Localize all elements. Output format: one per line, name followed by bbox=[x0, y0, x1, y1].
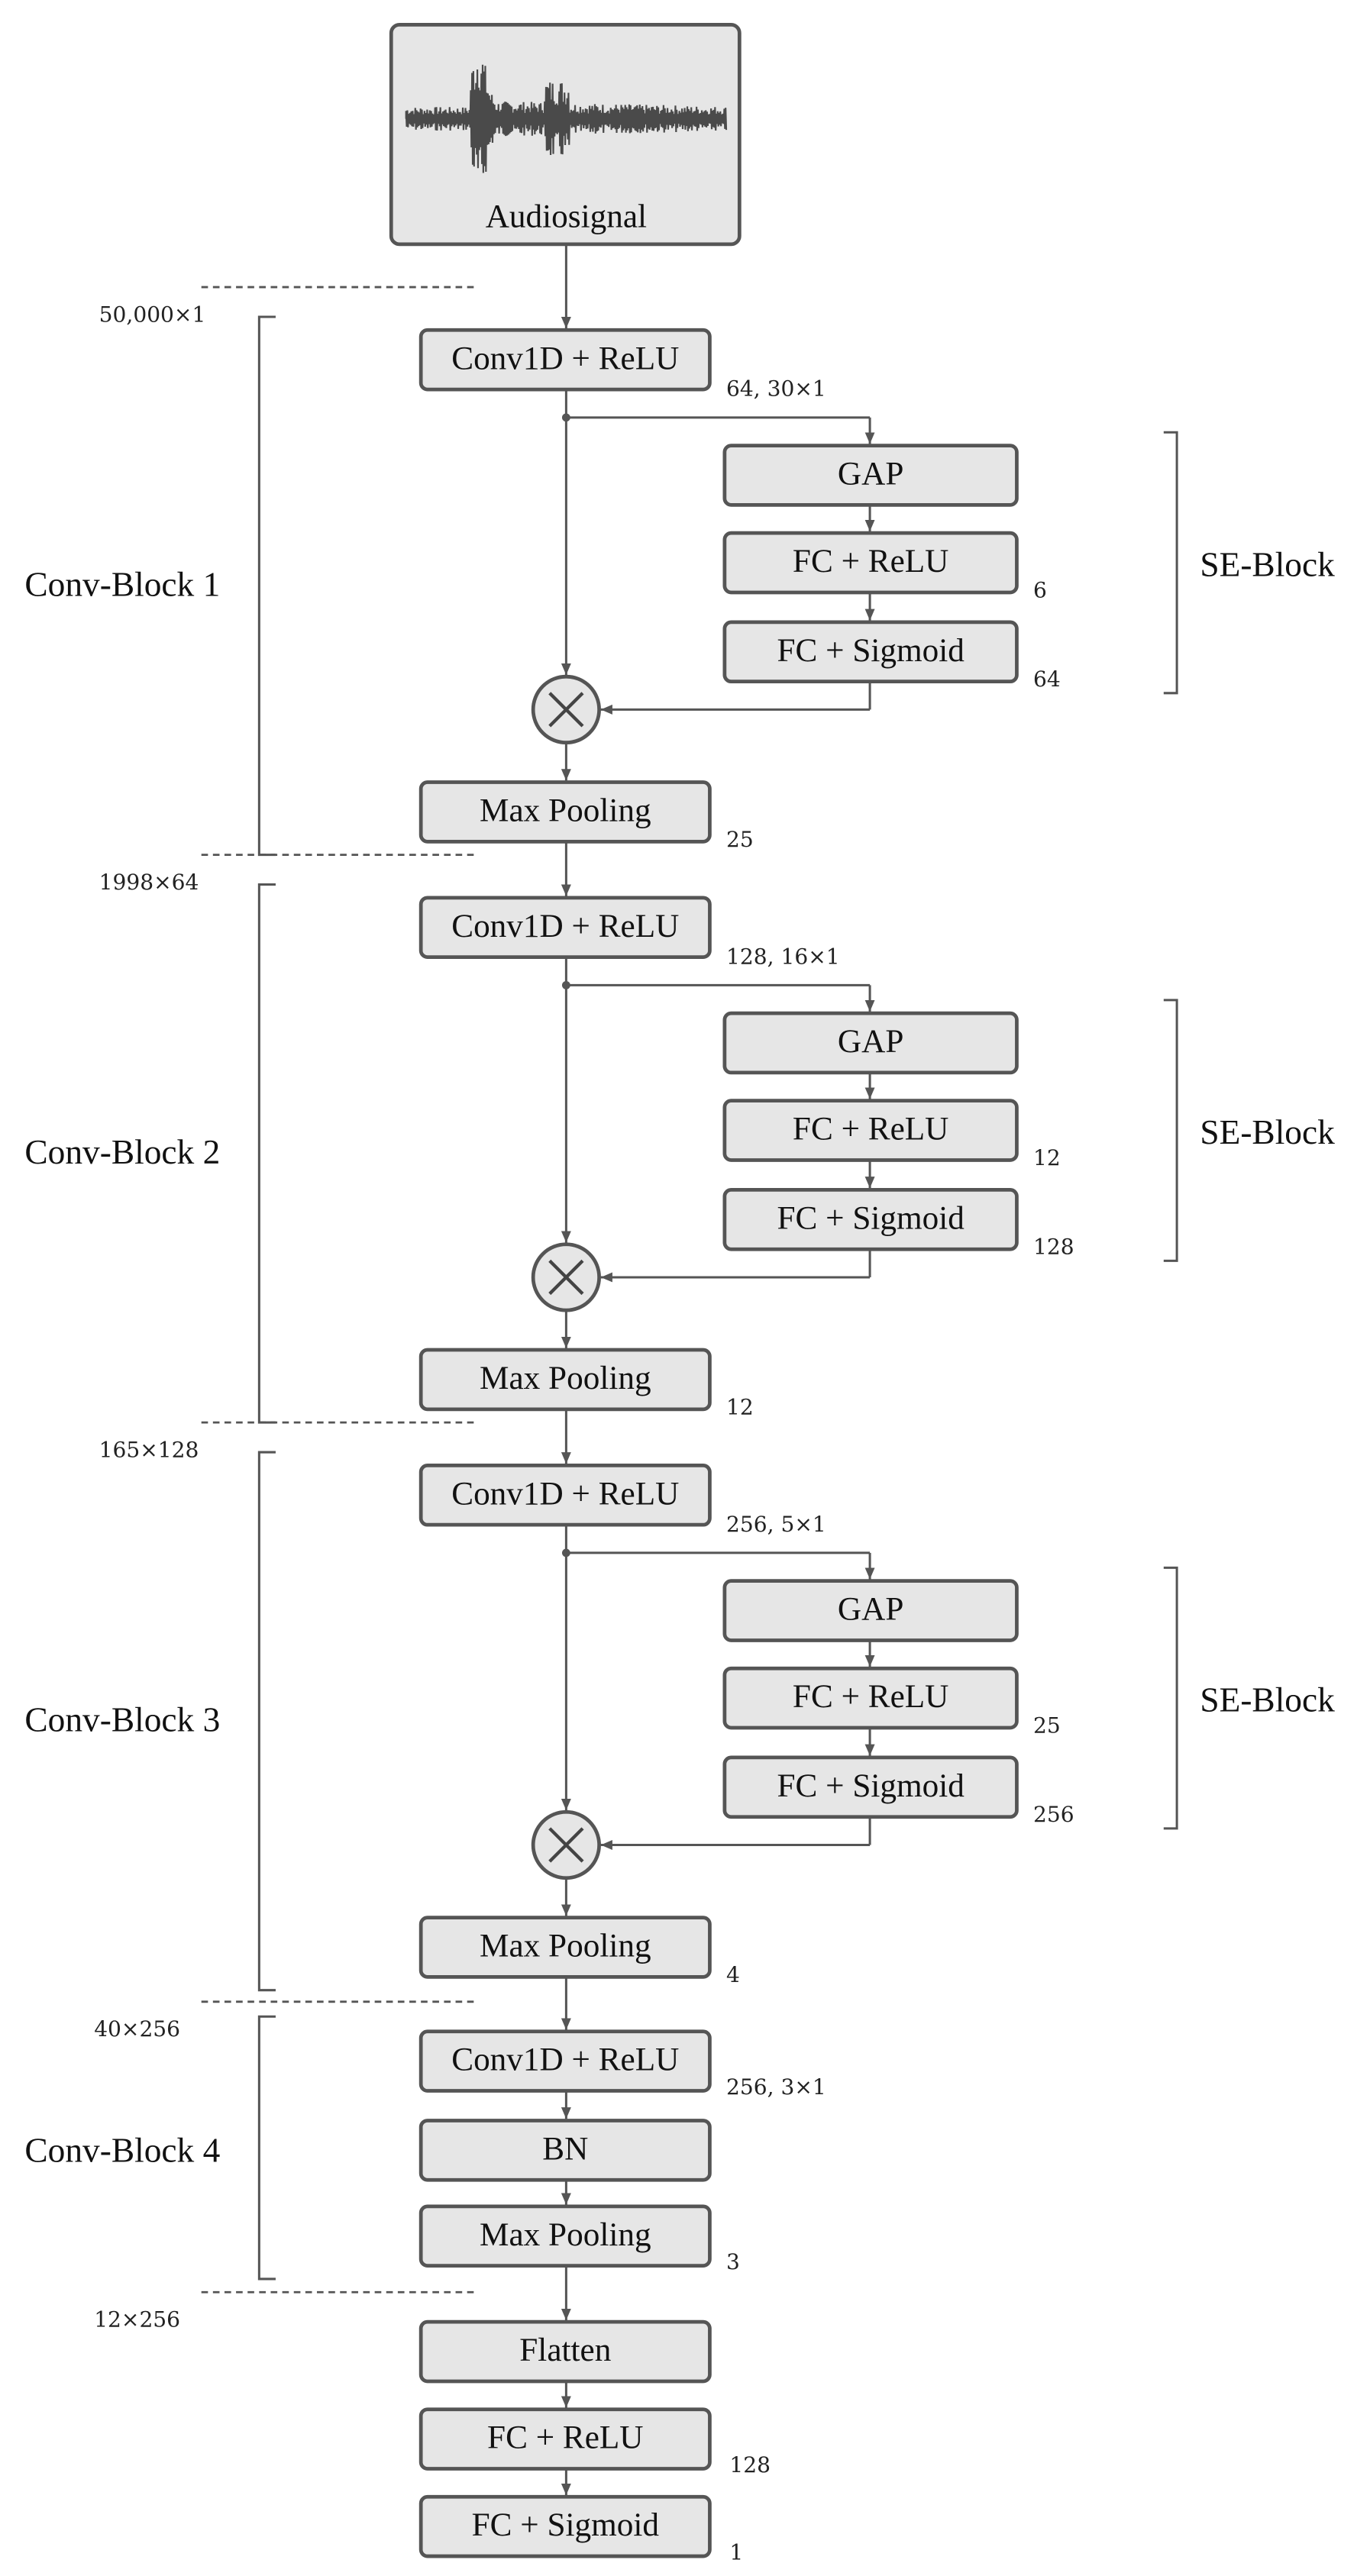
conv-params-label: 128, 16×1 bbox=[726, 944, 840, 969]
se-layer-box-label: FC + Sigmoid bbox=[777, 1199, 964, 1236]
pool-size-label: 25 bbox=[726, 827, 754, 852]
conv-block-label: Conv-Block 4 bbox=[24, 2131, 220, 2169]
input-shape-label: 1998×64 bbox=[99, 870, 199, 895]
max-pooling-box-label: Max Pooling bbox=[480, 1360, 651, 1396]
block-bracket bbox=[257, 1451, 276, 1992]
se-layer-box: GAP bbox=[722, 1579, 1019, 1642]
conv-block-label: Conv-Block 1 bbox=[24, 565, 220, 603]
block-bracket bbox=[257, 315, 276, 857]
audio-input-label: Audiosignal bbox=[486, 198, 647, 234]
input-shape-label: 40×256 bbox=[94, 2016, 180, 2042]
se-layer-box-label: GAP bbox=[838, 1591, 903, 1628]
se-layer-box: FC + ReLU bbox=[722, 1099, 1019, 1162]
se-layer-box-label: FC + ReLU bbox=[793, 1111, 948, 1148]
se-block-label: SE-Block bbox=[1200, 545, 1335, 583]
input-shape-label: 50,000×1 bbox=[99, 302, 206, 327]
conv1d-relu-box-label: Conv1D + ReLU bbox=[451, 908, 679, 944]
se-layer-box-label: FC + ReLU bbox=[793, 543, 948, 579]
pool-size-label: 4 bbox=[726, 1962, 740, 1987]
se-block-label: SE-Block bbox=[1200, 1113, 1335, 1151]
conv1d-relu-box: Conv1D + ReLU bbox=[418, 1463, 712, 1527]
max-pooling-box: Max Pooling bbox=[418, 1916, 712, 1979]
se-layer-box-label: FC + ReLU bbox=[793, 1678, 948, 1715]
conv-block-label: Conv-Block 3 bbox=[24, 1700, 220, 1738]
output-shape-label: 12×256 bbox=[94, 2307, 180, 2332]
se-layer-box: FC + Sigmoid bbox=[722, 1188, 1019, 1251]
conv1d-relu-box-label: Conv1D + ReLU bbox=[451, 1475, 679, 1512]
conv1d-relu-box-label: Conv1D + ReLU bbox=[451, 2042, 679, 2078]
layer-param-label: 256, 3×1 bbox=[726, 2074, 826, 2100]
se-layer-box: GAP bbox=[722, 1011, 1019, 1075]
max-pooling-box-label: Max Pooling bbox=[480, 792, 651, 829]
layer-param-label: 3 bbox=[726, 2249, 740, 2274]
batch-norm-box: BN bbox=[418, 2119, 712, 2182]
se-param-label: 64 bbox=[1033, 667, 1061, 692]
max-pooling-box-label: Max Pooling bbox=[480, 2216, 651, 2253]
se-layer-box: FC + ReLU bbox=[722, 531, 1019, 595]
fc-sigmoid-box-label: FC + Sigmoid bbox=[472, 2507, 660, 2543]
conv1d-relu-box-label: Conv1D + ReLU bbox=[451, 340, 679, 376]
fc-sigmoid-box: FC + Sigmoid bbox=[418, 2494, 712, 2558]
conv-params-label: 256, 5×1 bbox=[726, 1512, 826, 1537]
conv1d-relu-box: Conv1D + ReLU bbox=[418, 896, 712, 960]
se-param-label: 25 bbox=[1033, 1713, 1061, 1738]
se-layer-box: FC + Sigmoid bbox=[722, 620, 1019, 684]
se-layer-box-label: GAP bbox=[838, 1023, 903, 1060]
flatten-box: Flatten bbox=[418, 2319, 712, 2384]
block-bracket bbox=[257, 883, 276, 1424]
layer-param-label: 1 bbox=[729, 2539, 743, 2565]
se-block-bracket bbox=[1163, 431, 1178, 695]
se-param-label: 12 bbox=[1033, 1145, 1061, 1170]
max-pooling-box: Max Pooling bbox=[418, 2204, 712, 2268]
fc-relu-box-label: FC + ReLU bbox=[487, 2419, 643, 2456]
se-layer-box: FC + Sigmoid bbox=[722, 1755, 1019, 1819]
max-pooling-box: Max Pooling bbox=[418, 1348, 712, 1412]
se-param-label: 128 bbox=[1033, 1235, 1074, 1260]
max-pooling-box-label: Max Pooling bbox=[480, 1928, 651, 1964]
input-shape-label: 165×128 bbox=[99, 1438, 199, 1463]
conv-block-label: Conv-Block 2 bbox=[24, 1133, 220, 1171]
se-block-bracket bbox=[1163, 999, 1178, 1262]
se-layer-box-label: FC + Sigmoid bbox=[777, 1767, 964, 1804]
max-pooling-box: Max Pooling bbox=[418, 780, 712, 844]
se-block-label: SE-Block bbox=[1200, 1680, 1335, 1719]
cnn-architecture-diagram: Audiosignal 50,000×1 Conv-Block 1 Conv1D + … bbox=[24, 23, 1335, 2565]
block-bracket bbox=[257, 2015, 276, 2281]
batch-norm-box-label: BN bbox=[542, 2130, 588, 2167]
conv1d-relu-box: Conv1D + ReLU bbox=[418, 328, 712, 392]
se-layer-box: GAP bbox=[722, 444, 1019, 507]
conv-params-label: 64, 30×1 bbox=[726, 376, 826, 402]
se-block-bracket bbox=[1163, 1566, 1178, 1830]
pool-size-label: 12 bbox=[726, 1394, 754, 1419]
fc-relu-box: FC + ReLU bbox=[418, 2407, 712, 2471]
se-layer-box-label: FC + Sigmoid bbox=[777, 632, 964, 669]
se-param-label: 256 bbox=[1033, 1802, 1074, 1827]
se-layer-box-label: GAP bbox=[838, 456, 903, 492]
layer-param-label: 128 bbox=[729, 2452, 771, 2478]
conv1d-relu-box: Conv1D + ReLU bbox=[418, 2029, 712, 2093]
se-layer-box: FC + ReLU bbox=[722, 1666, 1019, 1730]
se-param-label: 6 bbox=[1033, 577, 1047, 602]
flatten-box-label: Flatten bbox=[519, 2332, 611, 2368]
